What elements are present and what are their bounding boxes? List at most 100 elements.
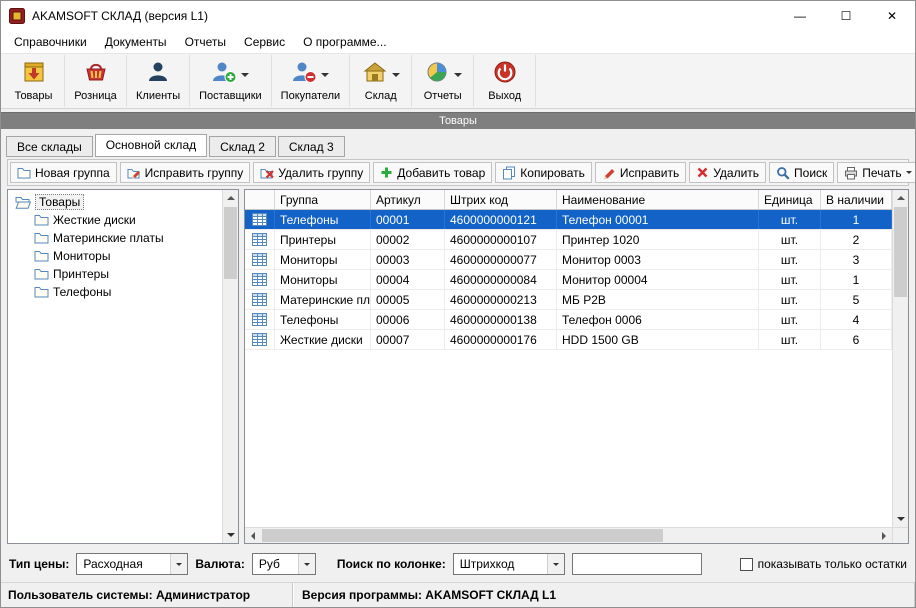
toolbar-tovary-button[interactable]: Товары [3, 55, 65, 107]
table-row[interactable]: Телефоны000064600000000138Телефон 0006шт… [245, 310, 892, 330]
toolbar-vyhod-button[interactable]: Выход [474, 55, 536, 107]
search-column-value: Штрихкод [454, 557, 547, 571]
dropdown-chevron-icon[interactable] [454, 73, 462, 77]
header-article[interactable]: Артикул [371, 190, 445, 209]
menu-dokumenty[interactable]: Документы [96, 32, 176, 52]
maximize-button[interactable]: ☐ [823, 1, 869, 31]
toolbar-roznica-button[interactable]: Розница [65, 55, 127, 107]
cell-qty: 4 [821, 310, 892, 329]
print-dropdown-chevron-icon[interactable] [906, 171, 912, 174]
menu-servis[interactable]: Сервис [235, 32, 294, 52]
header-name[interactable]: Наименование [557, 190, 759, 209]
toolbar-postavshchiki-button[interactable]: Поставщики [190, 55, 272, 107]
tree-item[interactable]: Принтеры [8, 265, 222, 283]
minimize-button[interactable]: — [777, 1, 823, 31]
scroll-left-icon[interactable] [245, 528, 261, 543]
header-barcode[interactable]: Штрих код [445, 190, 557, 209]
dropdown-chevron-icon[interactable] [392, 73, 400, 77]
header-qty[interactable]: В наличии [821, 190, 892, 209]
delete-button[interactable]: Удалить [689, 162, 766, 183]
scroll-down-icon[interactable] [223, 527, 238, 543]
dropdown-chevron-icon[interactable] [321, 73, 329, 77]
search-column-select[interactable]: Штрихкод [453, 553, 565, 575]
table-row[interactable]: Принтеры000024600000000107Принтер 1020шт… [245, 230, 892, 250]
scrollbar-thumb[interactable] [262, 529, 663, 542]
toolbar-label: Покупатели [281, 90, 341, 102]
currency-select[interactable]: Руб [252, 553, 316, 575]
cell-qty: 3 [821, 250, 892, 269]
scrollbar-track[interactable] [893, 298, 908, 511]
tab-osnovnoy-sklad[interactable]: Основной склад [95, 134, 207, 157]
edit-button[interactable]: Исправить [595, 162, 686, 183]
person-dark-icon [145, 59, 171, 90]
scroll-right-icon[interactable] [876, 528, 892, 543]
delete-icon [696, 166, 709, 179]
table-row[interactable]: Материнские платы000054600000000213МБ P2… [245, 290, 892, 310]
scroll-up-icon[interactable] [223, 190, 238, 206]
tree-item[interactable]: Мониторы [8, 247, 222, 265]
show-stock-only-toggle[interactable]: показывать только остатки [740, 557, 907, 571]
open-folder-icon [15, 196, 31, 209]
tree-scrollbar[interactable] [222, 190, 238, 543]
toolbar-sklad-button[interactable]: Склад [350, 55, 412, 107]
table-vscrollbar[interactable] [892, 190, 908, 527]
basket-icon [83, 59, 109, 90]
print-button[interactable]: Печать [837, 162, 916, 183]
dropdown-chevron-icon[interactable] [241, 73, 249, 77]
title-bar: AKAMSOFT СКЛАД (версия L1) — ☐ ✕ [1, 1, 915, 31]
item-icon [245, 250, 275, 269]
cell-barcode: 4600000000213 [445, 290, 557, 309]
header-group[interactable]: Группа [275, 190, 371, 209]
combo-chevron-icon[interactable] [170, 554, 187, 574]
cell-name: Монитор 00004 [557, 270, 759, 289]
checkbox-icon[interactable] [740, 558, 753, 571]
scroll-down-icon[interactable] [893, 511, 908, 527]
table-row[interactable]: Мониторы000034600000000077Монитор 0003шт… [245, 250, 892, 270]
search-button[interactable]: Поиск [769, 162, 834, 183]
toolbar-pokupateli-button[interactable]: Покупатели [272, 55, 351, 107]
tree-root-label: Товары [35, 194, 84, 210]
cell-article: 00003 [371, 250, 445, 269]
column-search-input[interactable] [572, 553, 702, 575]
tree-item[interactable]: Материнские платы [8, 229, 222, 247]
copy-button[interactable]: Копировать [495, 162, 592, 183]
price-type-select[interactable]: Расходная [76, 553, 188, 575]
table-row[interactable]: Жесткие диски000074600000000176HDD 1500 … [245, 330, 892, 350]
menu-bar: Справочники Документы Отчеты Сервис О пр… [1, 31, 915, 53]
menu-o-programme[interactable]: О программе... [294, 32, 395, 52]
folder-icon [34, 268, 49, 280]
scrollbar-track[interactable] [223, 280, 238, 527]
tree-item-root[interactable]: Товары [8, 193, 222, 211]
tree-item[interactable]: Жесткие диски [8, 211, 222, 229]
delete-folder-icon [260, 166, 274, 179]
menu-otchety[interactable]: Отчеты [176, 32, 235, 52]
table-hscrollbar[interactable] [245, 527, 892, 543]
search-icon [776, 166, 790, 180]
power-icon [492, 59, 518, 90]
action-toolbar: Новая группа Исправить группу Удалить гр… [7, 159, 909, 186]
scrollbar-thumb[interactable] [224, 207, 237, 279]
table-row[interactable]: Телефоны000014600000000121Телефон 00001ш… [245, 210, 892, 230]
tab-sklad-2[interactable]: Склад 2 [209, 136, 276, 157]
toolbar-klienty-button[interactable]: Клиенты [127, 55, 190, 107]
edit-group-button[interactable]: Исправить группу [120, 162, 251, 183]
table-row[interactable]: Мониторы000044600000000084Монитор 00004ш… [245, 270, 892, 290]
tab-vse-sklady[interactable]: Все склады [6, 136, 93, 157]
folder-icon [34, 250, 49, 262]
add-icon [380, 166, 393, 179]
menu-spravochniki[interactable]: Справочники [5, 32, 96, 52]
scrollbar-thumb[interactable] [894, 207, 907, 297]
copy-icon [502, 166, 516, 180]
scroll-up-icon[interactable] [893, 190, 908, 206]
header-unit[interactable]: Единица [759, 190, 821, 209]
toolbar-otchety-button[interactable]: Отчеты [412, 55, 474, 107]
combo-chevron-icon[interactable] [298, 554, 315, 574]
cell-barcode: 4600000000107 [445, 230, 557, 249]
tree-item[interactable]: Телефоны [8, 283, 222, 301]
add-item-button[interactable]: Добавить товар [373, 162, 492, 183]
tab-sklad-3[interactable]: Склад 3 [278, 136, 345, 157]
delete-group-button[interactable]: Удалить группу [253, 162, 370, 183]
close-button[interactable]: ✕ [869, 1, 915, 31]
combo-chevron-icon[interactable] [547, 554, 564, 574]
new-group-button[interactable]: Новая группа [10, 162, 117, 183]
